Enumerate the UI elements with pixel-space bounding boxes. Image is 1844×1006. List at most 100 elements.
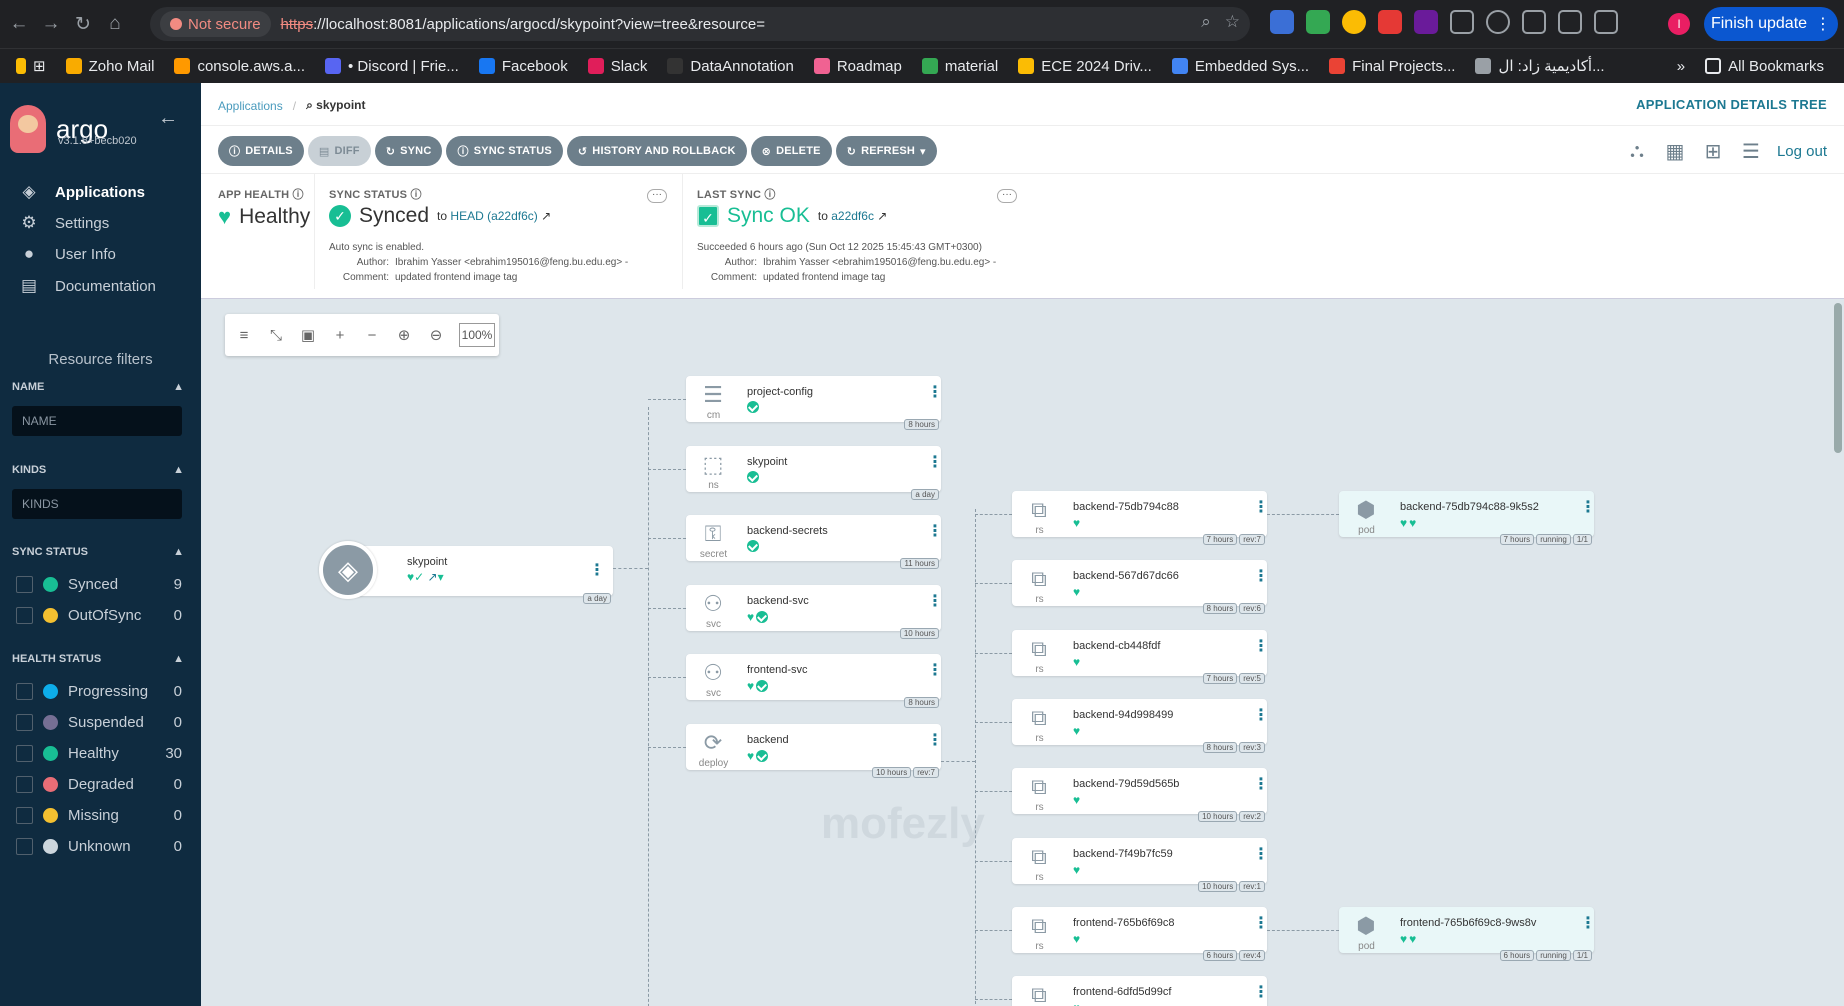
more-bookmarks-icon[interactable]: » bbox=[1667, 53, 1695, 79]
bookmark-item[interactable]: console.aws.a... bbox=[164, 53, 315, 79]
sidebar-item-applications[interactable]: ◈ Applications bbox=[0, 176, 201, 208]
not-secure-badge[interactable]: Not secure bbox=[160, 11, 271, 37]
incognito-icon[interactable] bbox=[1486, 10, 1510, 34]
resource-node-rs[interactable]: ⧉ rs backend-cb448fdf ♥ ⋮ 7 hours rev:5 bbox=[1012, 629, 1269, 684]
tree-view-icon[interactable]: ⛬ bbox=[1625, 140, 1649, 162]
filter-progressing[interactable]: Progressing 0 bbox=[16, 679, 182, 703]
extension-icon[interactable] bbox=[1342, 10, 1366, 34]
bookmark-item[interactable]: • Discord | Frie... bbox=[315, 53, 469, 79]
fit-screen-icon[interactable]: ▣ bbox=[299, 326, 317, 344]
collapse-arrow-icon[interactable]: ← bbox=[158, 107, 178, 130]
resource-node-pod[interactable]: ⬢ pod frontend-765b6f69c8-9ws8v ♥ ♥ ⋮ 6 hours r… bbox=[1339, 907, 1596, 961]
bookmark-item[interactable]: DataAnnotation bbox=[657, 53, 803, 79]
node-menu-icon[interactable]: ⋮ bbox=[927, 524, 943, 540]
action-refresh-button[interactable]: ↻ REFRESH ▾ bbox=[835, 136, 937, 166]
reload-icon[interactable]: ↻ bbox=[68, 9, 98, 39]
compress-icon[interactable]: ⤡ bbox=[267, 327, 285, 344]
name-filter-header[interactable]: NAME ▲ bbox=[12, 381, 184, 393]
sidebar-item-settings[interactable]: ⚙ Settings bbox=[0, 208, 201, 238]
action-sync-button[interactable]: ↻ SYNC bbox=[374, 136, 443, 166]
resource-node-cm[interactable]: ☰ cm project-config ⋮ 8 hours bbox=[686, 376, 943, 430]
node-menu-icon[interactable]: ⋮ bbox=[927, 593, 943, 609]
node-menu-icon[interactable]: ⋮ bbox=[927, 732, 943, 748]
kinds-filter-header[interactable]: KINDS ▲ bbox=[12, 464, 184, 476]
node-menu-icon[interactable]: ⋮ bbox=[589, 560, 605, 580]
grid-view-icon[interactable]: ▦ bbox=[1663, 140, 1687, 163]
resource-node-svc[interactable]: ⚇ svc frontend-svc ♥ ⋮ 8 hours bbox=[686, 654, 943, 708]
checkbox[interactable] bbox=[16, 837, 33, 855]
app-health-status[interactable]: ♥ Healthy bbox=[218, 204, 310, 230]
sidebar-item-user-info[interactable]: ● User Info bbox=[0, 238, 201, 270]
align-left-icon[interactable]: ≡ bbox=[235, 327, 253, 344]
bookmark-item[interactable]: أكاديمية زاد: ال... bbox=[1465, 53, 1614, 79]
action-sync-status-button[interactable]: ⓘ SYNC STATUS bbox=[446, 136, 563, 166]
zoom-in-icon[interactable]: ⊕ bbox=[395, 326, 413, 344]
node-menu-icon[interactable]: ⋮ bbox=[1580, 916, 1596, 932]
action-delete-button[interactable]: ⊗ DELETE bbox=[750, 136, 832, 166]
finish-update-button[interactable]: Finish update ⋮ bbox=[1704, 7, 1838, 41]
resource-node-rs[interactable]: ⧉ rs backend-94d998499 ♥ ⋮ 8 hours rev:3 bbox=[1012, 698, 1269, 753]
node-menu-icon[interactable]: ⋮ bbox=[1253, 915, 1269, 931]
sidebar-item-documentation[interactable]: ▤ Documentation bbox=[0, 270, 201, 302]
checkbox[interactable] bbox=[16, 744, 33, 762]
resource-node-ns[interactable]: ⬚ ns skypoint ⋮ a day bbox=[686, 445, 943, 500]
forward-icon[interactable]: → bbox=[36, 9, 66, 39]
key-icon[interactable] bbox=[1522, 10, 1546, 34]
node-menu-icon[interactable]: ⋮ bbox=[1580, 500, 1596, 516]
extension-icon[interactable] bbox=[1414, 10, 1438, 34]
list-view-icon[interactable]: ☰ bbox=[1739, 140, 1763, 163]
bookmark-item[interactable]: material bbox=[912, 53, 1008, 79]
filter-synced[interactable]: Synced 9 bbox=[16, 572, 182, 596]
breadcrumb-applications-link[interactable]: Applications bbox=[218, 99, 283, 113]
network-view-icon[interactable]: ⊞ bbox=[1701, 140, 1725, 163]
node-menu-icon[interactable]: ⋮ bbox=[1253, 707, 1269, 723]
more-options-icon[interactable]: ··· bbox=[997, 189, 1017, 203]
help-icon[interactable]: ⓘ bbox=[410, 189, 421, 201]
sync-status-filter-header[interactable]: SYNC STATUS ▲ bbox=[12, 546, 184, 558]
collapse-minus-icon[interactable]: − bbox=[363, 327, 381, 344]
node-menu-icon[interactable]: ⋮ bbox=[1253, 500, 1269, 516]
resource-node-pod[interactable]: ⬢ pod backend-75db794c88-9k5s2 ♥ ♥ ⋮ 7 hours ru… bbox=[1339, 491, 1596, 545]
extension-icon[interactable] bbox=[1306, 10, 1330, 34]
node-menu-icon[interactable]: ⋮ bbox=[927, 663, 943, 679]
checkbox[interactable] bbox=[16, 806, 33, 824]
zoom-icon[interactable]: ⌕ bbox=[1201, 12, 1211, 32]
action-history-and-rollback-button[interactable]: ↺ HISTORY AND ROLLBACK bbox=[566, 136, 747, 166]
kinds-filter-input[interactable]: KINDS bbox=[12, 489, 182, 519]
checkbox[interactable] bbox=[16, 682, 33, 700]
node-menu-icon[interactable]: ⋮ bbox=[927, 385, 943, 401]
back-icon[interactable]: ← bbox=[4, 9, 34, 39]
name-filter-input[interactable]: NAME bbox=[12, 406, 182, 436]
expand-plus-icon[interactable]: + bbox=[331, 327, 349, 344]
extension-icon[interactable] bbox=[1378, 10, 1402, 34]
help-icon[interactable]: ⓘ bbox=[764, 189, 775, 201]
node-menu-icon[interactable]: ⋮ bbox=[1253, 777, 1269, 793]
bookmark-item[interactable]: Final Projects... bbox=[1319, 53, 1465, 79]
resource-node-rs[interactable]: ⧉rsfrontend-6dfd5d99cf♥⋮ bbox=[1012, 976, 1269, 1006]
bookmark-item[interactable]: Embedded Sys... bbox=[1162, 53, 1319, 79]
filter-suspended[interactable]: Suspended 0 bbox=[16, 710, 182, 734]
tree-scrollbar[interactable] bbox=[1834, 303, 1842, 453]
bookmark-item[interactable]: Slack bbox=[578, 53, 658, 79]
more-options-icon[interactable]: ··· bbox=[647, 189, 667, 203]
sidepanel-icon[interactable] bbox=[1594, 10, 1618, 34]
resource-node-secret[interactable]: ⚿ secret backend-secrets ⋮ 11 hours bbox=[686, 515, 943, 569]
help-icon[interactable]: ⓘ bbox=[293, 189, 304, 201]
filter-degraded[interactable]: Degraded 0 bbox=[16, 772, 182, 796]
resource-node-rs[interactable]: ⧉ rs backend-79d59d565b ♥ ⋮ 10 hours rev:2 bbox=[1012, 768, 1269, 823]
address-bar[interactable]: Not secure https://localhost:8081/applic… bbox=[150, 7, 1250, 41]
bookmark-item[interactable]: ECE 2024 Driv... bbox=[1008, 53, 1162, 79]
logout-link[interactable]: Log out bbox=[1777, 143, 1827, 160]
resource-node-deploy[interactable]: ⟳ deploy backend ♥ ⋮ 10 hours rev:7 bbox=[686, 723, 943, 778]
app-node-skypoint[interactable]: ◈ skypoint ♥✓ ↗▾ ⋮ a day bbox=[319, 541, 613, 604]
resource-node-rs[interactable]: ⧉ rs frontend-765b6f69c8 ♥ ⋮ 6 hours rev:4 bbox=[1012, 906, 1269, 961]
all-bookmarks-button[interactable]: All Bookmarks bbox=[1695, 53, 1834, 79]
profile-avatar[interactable]: I bbox=[1668, 13, 1690, 35]
zoom-level[interactable]: 100% bbox=[459, 323, 495, 347]
last-sync-value[interactable]: ✓ Sync OK to a22df6c ↗ bbox=[697, 204, 887, 228]
checkbox[interactable] bbox=[16, 575, 33, 593]
checkbox[interactable] bbox=[16, 606, 33, 624]
extension-icon[interactable] bbox=[1270, 10, 1294, 34]
filter-healthy[interactable]: Healthy 30 bbox=[16, 741, 182, 765]
sync-head-link[interactable]: HEAD (a22df6c) bbox=[450, 209, 537, 223]
